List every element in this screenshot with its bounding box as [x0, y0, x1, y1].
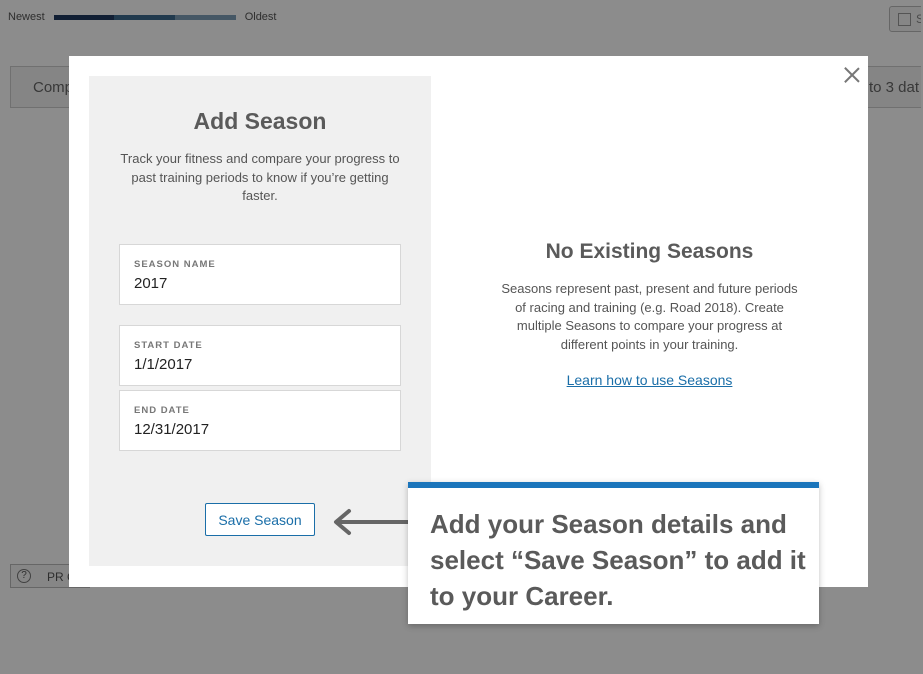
start-date-label: START DATE — [134, 340, 203, 351]
form-description: Track your fitness and compare your prog… — [120, 151, 400, 203]
start-date-field[interactable]: START DATE — [119, 325, 401, 386]
save-season-button[interactable]: Save Season — [205, 503, 315, 536]
empty-state-description: Seasons represent past, present and futu… — [501, 281, 798, 352]
end-date-field[interactable]: END DATE — [119, 390, 401, 451]
start-date-input[interactable] — [134, 356, 384, 373]
add-season-form-panel: Add Season Track your fitness and compar… — [89, 76, 431, 566]
callout-text: Add your Season details and select “Save… — [430, 509, 806, 611]
end-date-input[interactable] — [134, 421, 384, 438]
season-name-label: SEASON NAME — [134, 259, 216, 270]
end-date-label: END DATE — [134, 405, 190, 416]
arrow-left-icon — [334, 509, 408, 535]
tutorial-callout: Add your Season details and select “Save… — [408, 482, 819, 624]
empty-state-title: No Existing Seasons — [545, 240, 754, 263]
learn-seasons-link[interactable]: Learn how to use Seasons — [431, 372, 868, 388]
form-title: Add Season — [193, 108, 327, 134]
season-name-input[interactable] — [134, 275, 384, 292]
season-name-field[interactable]: SEASON NAME — [119, 244, 401, 305]
